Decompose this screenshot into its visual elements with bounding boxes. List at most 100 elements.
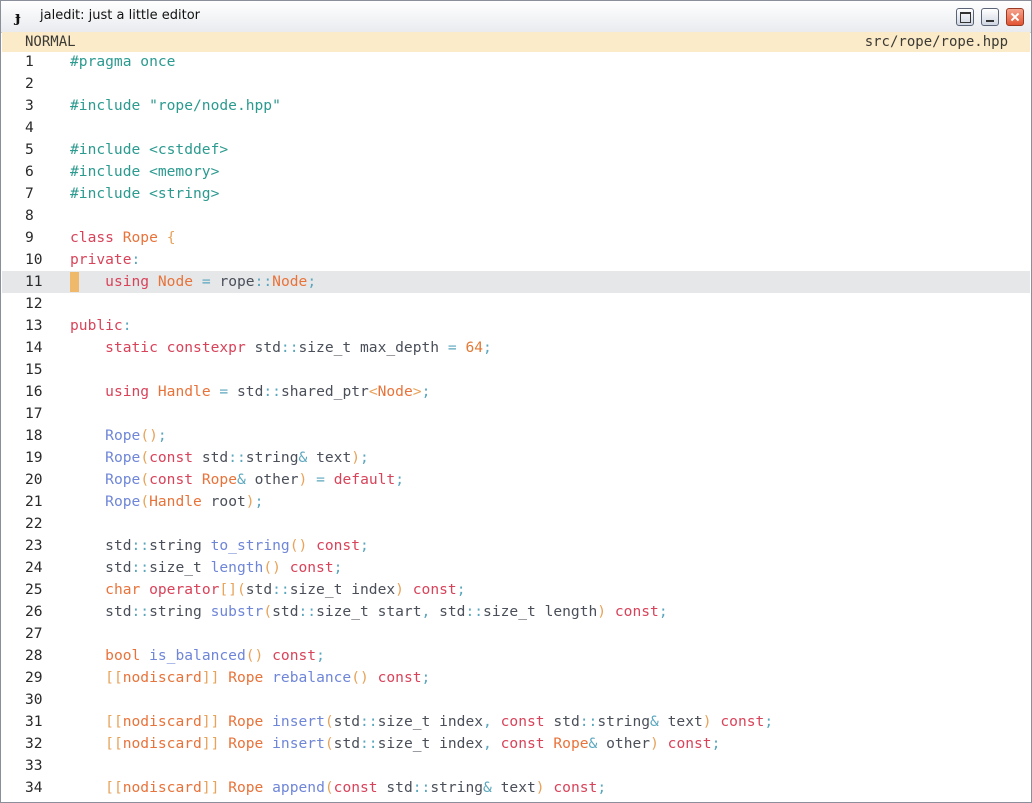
code-line[interactable]: 26 std::string substr(std::size_t start,…	[2, 601, 1030, 623]
code-line[interactable]: 6 #include <memory>	[2, 161, 1030, 183]
code-editor[interactable]: 1 #pragma once 2 3 #include "rope/node.hpp" 4…	[2, 51, 1030, 802]
code-token: size_t	[298, 339, 352, 356]
code-token: nodiscard	[122, 713, 202, 730]
code-token: string	[149, 603, 202, 620]
code-token: &	[237, 471, 246, 488]
line-number: 25	[25, 581, 43, 598]
code-token: string	[597, 713, 651, 730]
jaledit-icon: ɟ	[15, 8, 21, 26]
code-token: ()	[245, 647, 264, 664]
code-line[interactable]: 25 char operator[](std::size_t index) co…	[2, 579, 1030, 601]
code-token: nodiscard	[122, 669, 202, 686]
code-line[interactable]: 32 [[nodiscard]] Rope insert(std::size_t…	[2, 733, 1030, 755]
code-text: std::size_t length() const;	[70, 557, 342, 579]
code-token: constexpr	[166, 339, 246, 356]
code-token: ()	[263, 559, 281, 576]
code-line[interactable]: 33	[2, 755, 1030, 777]
code-token: const	[333, 779, 378, 796]
code-token: size_t	[377, 735, 431, 752]
code-token: const	[553, 779, 598, 796]
close-button[interactable]	[1006, 8, 1024, 26]
code-line[interactable]: 29 [[nodiscard]] Rope rebalance() const;	[2, 667, 1030, 689]
code-line[interactable]: 19 Rope(const std::string& text);	[2, 447, 1030, 469]
code-line[interactable]: 4	[2, 117, 1030, 139]
code-line[interactable]: 11 using Node = rope::Node;	[2, 271, 1030, 293]
code-line[interactable]: 1 #pragma once	[2, 51, 1030, 73]
code-token: ::	[228, 449, 246, 466]
code-line[interactable]: 30	[2, 689, 1030, 711]
code-line[interactable]: 27	[2, 623, 1030, 645]
title-bar[interactable]: ɟ jaledit: just a little editor	[1, 1, 1031, 33]
code-token: std	[105, 537, 132, 554]
code-line[interactable]: 5 #include <cstddef>	[2, 139, 1030, 161]
code-token: Rope	[228, 669, 264, 686]
code-line[interactable]: 3 #include "rope/node.hpp"	[2, 95, 1030, 117]
code-token: std	[333, 713, 361, 730]
code-token: ;	[360, 537, 369, 554]
line-number: 6	[25, 163, 34, 180]
code-token: using	[105, 273, 150, 290]
code-line[interactable]: 24 std::size_t length() const;	[2, 557, 1030, 579]
code-token: const	[500, 735, 545, 752]
code-line[interactable]: 13 public:	[2, 315, 1030, 337]
code-line[interactable]: 15	[2, 359, 1030, 381]
maximize-button[interactable]	[956, 8, 974, 26]
code-token: Rope	[553, 735, 589, 752]
line-number: 16	[25, 383, 43, 400]
window-title: jaledit: just a little editor	[40, 8, 201, 23]
code-text: #include <cstddef>	[70, 139, 228, 161]
line-number: 20	[25, 471, 43, 488]
code-line[interactable]: 22	[2, 513, 1030, 535]
code-line[interactable]: 2	[2, 73, 1030, 95]
code-token: const	[412, 581, 457, 598]
code-line[interactable]: 9 class Rope {	[2, 227, 1030, 249]
code-line[interactable]: 7 #include <string>	[2, 183, 1030, 205]
code-token: ()	[289, 537, 308, 554]
code-token: #include <string>	[70, 185, 220, 202]
line-number: 22	[25, 515, 43, 532]
code-line[interactable]: 14 static constexpr std::size_t max_dept…	[2, 337, 1030, 359]
code-token: ()	[140, 427, 158, 444]
code-token: nodiscard	[122, 779, 202, 796]
code-token: append	[272, 779, 325, 796]
code-token: (	[324, 779, 334, 796]
code-token: (	[140, 471, 150, 488]
code-token: ::	[272, 581, 290, 598]
code-line[interactable]: 18 Rope();	[2, 425, 1030, 447]
code-line[interactable]: 8	[2, 205, 1030, 227]
code-text: #include "rope/node.hpp"	[70, 95, 281, 117]
code-line[interactable]: 23 std::string to_string() const;	[2, 535, 1030, 557]
code-line[interactable]: 20 Rope(const Rope& other) = default;	[2, 469, 1030, 491]
code-line[interactable]: 28 bool is_balanced() const;	[2, 645, 1030, 667]
code-line[interactable]: 17	[2, 403, 1030, 425]
code-text: [[nodiscard]] Rope insert(std::size_t in…	[70, 733, 720, 755]
code-token: &	[483, 779, 492, 796]
code-token: start	[377, 603, 422, 620]
code-line[interactable]: 12	[2, 293, 1030, 315]
code-token: max_depth	[360, 339, 440, 356]
code-token: root	[210, 493, 246, 510]
code-token: (	[324, 713, 334, 730]
code-token: ::	[254, 273, 273, 290]
line-number: 34	[25, 779, 43, 796]
code-token: )	[245, 493, 255, 510]
code-token: insert	[272, 735, 325, 752]
code-token: Node	[377, 383, 413, 400]
code-line[interactable]: 31 [[nodiscard]] Rope insert(std::size_t…	[2, 711, 1030, 733]
code-token: const	[272, 647, 317, 664]
code-token: Node	[157, 273, 194, 290]
code-line[interactable]: 10 private:	[2, 249, 1030, 271]
line-number: 2	[25, 75, 34, 92]
code-line[interactable]: 34 [[nodiscard]] Rope append(const std::…	[2, 777, 1030, 799]
code-line[interactable]: 16 using Handle = std::shared_ptr<Node>;	[2, 381, 1030, 403]
minimize-button[interactable]	[981, 8, 999, 26]
code-line[interactable]: 21 Rope(Handle root);	[2, 491, 1030, 513]
